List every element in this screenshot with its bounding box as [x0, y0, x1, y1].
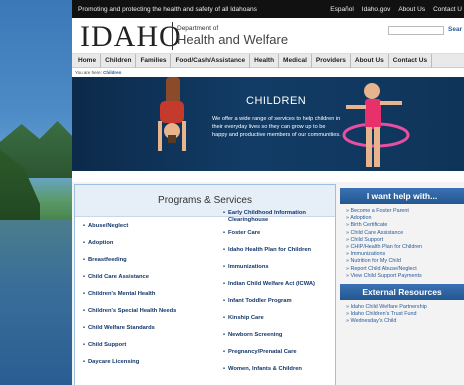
- help-sidebar: I want help with... » Become a Foster Pa…: [340, 188, 464, 385]
- external-link[interactable]: » Idaho Children's Trust Fund: [346, 311, 464, 318]
- program-link-idaho-health-plan[interactable]: • Idaho Health Plan for Children: [223, 247, 335, 254]
- lake-graphic: [0, 220, 72, 385]
- search-input[interactable]: [388, 26, 444, 35]
- top-link-idaho-gov[interactable]: Idaho.gov: [362, 6, 391, 13]
- nav-health[interactable]: Health: [250, 53, 280, 68]
- program-link-breastfeeding[interactable]: • Breastfeeding: [83, 257, 203, 264]
- help-link[interactable]: » Birth Certificate: [346, 222, 464, 229]
- external-link[interactable]: » Idaho Child Welfare Partnership: [346, 304, 464, 311]
- top-links: Español Idaho.gov About Us Contact U: [330, 6, 464, 13]
- external-link[interactable]: » Wednesday's Child: [346, 318, 464, 325]
- content-area: Programs & Services • Abuse/Neglect • Adop…: [72, 182, 464, 385]
- external-resources-title: External Resources: [340, 284, 464, 301]
- top-bar: Promoting and protecting the health and …: [72, 0, 464, 18]
- breadcrumb-prefix: You are here:: [75, 70, 102, 75]
- background-scenery: [0, 0, 72, 385]
- program-link-infant-toddler[interactable]: • Infant Toddler Program: [223, 298, 335, 305]
- banner-title: CHILDREN: [246, 95, 307, 107]
- program-link-early-childhood-clearinghouse[interactable]: • Early Childhood Information Clearinghou…: [223, 210, 335, 224]
- hero-banner: CHILDREN We offer a wide range of servic…: [72, 77, 464, 171]
- dept-label: Department of: [177, 25, 219, 32]
- programs-column-right: • Early Childhood Information Clearinghou…: [223, 210, 335, 373]
- handstand-child-image: [158, 77, 186, 151]
- program-link-child-welfare-standards[interactable]: • Child Welfare Standards: [83, 325, 203, 332]
- banner-description: We offer a wide range of services to hel…: [212, 116, 341, 138]
- program-link-childrens-special-health-needs[interactable]: • Children's Special Health Needs: [83, 308, 203, 315]
- program-link-newborn-screening[interactable]: • Newborn Screening: [223, 332, 335, 339]
- nav-children[interactable]: Children: [101, 53, 137, 68]
- top-link-espanol[interactable]: Español: [330, 6, 354, 13]
- site-header: IDAHO Department of Health and Welfare S…: [72, 18, 464, 54]
- programs-column-left: • Abuse/Neglect • Adoption • Breastfeeding …: [83, 223, 203, 376]
- program-link-foster-care[interactable]: • Foster Care: [223, 230, 335, 237]
- dept-name: Health and Welfare: [177, 32, 289, 47]
- external-links: » Idaho Child Welfare Partnership » Idah…: [340, 300, 464, 330]
- nav-contact-us[interactable]: Contact Us: [389, 53, 433, 68]
- programs-panel: Programs & Services • Abuse/Neglect • Adop…: [74, 184, 336, 385]
- top-link-about-us[interactable]: About Us: [398, 6, 425, 13]
- program-link-wic[interactable]: • Women, Infants & Children: [223, 366, 335, 373]
- help-link[interactable]: » Report Child Abuse/Neglect: [346, 266, 464, 273]
- site-tagline: Promoting and protecting the health and …: [78, 5, 257, 13]
- program-link-abuse-neglect[interactable]: • Abuse/Neglect: [83, 223, 203, 230]
- main-nav: Home Children Families Food/Cash/Assista…: [72, 53, 464, 68]
- help-link[interactable]: » View Child Support Payments: [346, 273, 464, 280]
- help-link[interactable]: » Immunizations: [346, 251, 464, 258]
- program-link-adoption[interactable]: • Adoption: [83, 240, 203, 247]
- program-link-daycare-licensing[interactable]: • Daycare Licensing: [83, 359, 203, 366]
- help-link[interactable]: » Adoption: [346, 215, 464, 222]
- program-link-kinship-care[interactable]: • Kinship Care: [223, 315, 335, 322]
- nav-families[interactable]: Families: [136, 53, 172, 68]
- program-link-icwa[interactable]: • Indian Child Welfare Act (ICWA): [223, 281, 335, 288]
- program-link-childrens-mental-health[interactable]: • Children's Mental Health: [83, 291, 203, 298]
- help-link[interactable]: » CHIP/Health Plan for Children: [346, 244, 464, 251]
- help-link[interactable]: » Become a Foster Parent: [346, 208, 464, 215]
- idaho-logo[interactable]: IDAHO: [80, 20, 182, 54]
- help-title: I want help with...: [340, 188, 464, 204]
- nav-providers[interactable]: Providers: [312, 53, 351, 68]
- program-link-child-care-assistance[interactable]: • Child Care Assistance: [83, 274, 203, 281]
- program-link-immunizations[interactable]: • Immunizations: [223, 264, 335, 271]
- help-link[interactable]: » Child Care Assistance: [346, 230, 464, 237]
- breadcrumb: You are here: Children: [72, 68, 464, 77]
- top-link-contact-us[interactable]: Contact U: [433, 6, 462, 13]
- breadcrumb-current[interactable]: Children: [103, 70, 121, 75]
- help-links: » Become a Foster Parent » Adoption » Bi…: [340, 204, 464, 284]
- nav-about-us[interactable]: About Us: [351, 53, 389, 68]
- logo-divider: [172, 22, 173, 50]
- program-link-child-support[interactable]: • Child Support: [83, 342, 203, 349]
- nav-medical[interactable]: Medical: [279, 53, 312, 68]
- hula-hoop-child-image: [342, 83, 410, 167]
- nav-home[interactable]: Home: [74, 53, 102, 68]
- page: IDAHO Department of Health and Welfare S…: [72, 18, 464, 385]
- nav-food-cash-assistance[interactable]: Food/Cash/Assistance: [171, 53, 251, 68]
- search-button[interactable]: Sear: [448, 26, 462, 33]
- help-link[interactable]: » Child Support: [346, 237, 464, 244]
- help-link[interactable]: » Nutrition for My Child: [346, 258, 464, 265]
- program-link-pregnancy-prenatal[interactable]: • Pregnancy/Prenatal Care: [223, 349, 335, 356]
